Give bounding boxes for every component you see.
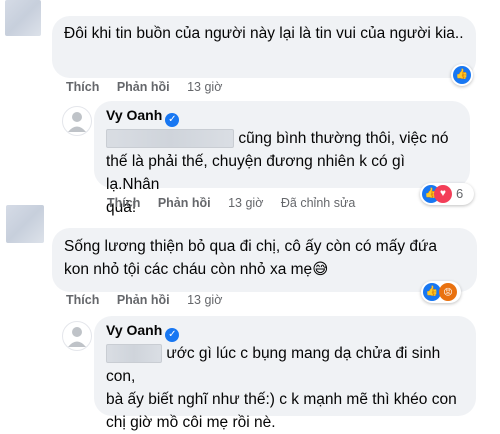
comment-actions: Thích Phản hồi 13 giờ Đã chỉnh sửa [107, 196, 369, 210]
reply-button[interactable]: Phản hồi [117, 293, 170, 307]
avatar-icon [68, 327, 86, 347]
reply-button[interactable]: Phản hồi [117, 80, 170, 94]
comment-bubble: Sống lương thiện bỏ qua đi chị, cô ấy cò… [52, 228, 477, 292]
comment-actions: Thích Phản hồi 13 giờ [66, 80, 236, 94]
reaction-badge[interactable]: 👍 ♥ 6 [420, 183, 474, 205]
angry-icon: 😡 [439, 283, 457, 301]
comment-text: Đôi khi tin buồn của người này lại là ti… [64, 25, 464, 42]
comment-text-line: thế là phải thế, chuyện đương nhiên k có… [106, 153, 405, 193]
comment-text-line: Sống lương thiện bỏ qua đi chị, cô ấy cò… [64, 238, 437, 255]
comment-text: kon nhỏ tội các cháu còn nhỏ xa mẹ😅 [64, 261, 329, 278]
like-button[interactable]: Thích [66, 293, 99, 307]
edited-label[interactable]: Đã chỉnh sửa [281, 196, 355, 210]
comment-text: cũng bình thường thôi, việc nó [106, 127, 458, 150]
reaction-count: 6 [456, 186, 464, 201]
author-name-text[interactable]: Vy Oanh [106, 322, 162, 338]
comment-text-line: chị giờ mồ côi mẹ rồi nè. [106, 414, 276, 431]
like-button[interactable]: Thích [107, 196, 140, 210]
comment-actions: Thích Phản hồi 13 giờ [66, 293, 236, 307]
like-button[interactable]: Thích [66, 80, 99, 94]
reply-bubble: Vy Oanh ✓ cũng bình thường thôi, việc nó … [94, 101, 470, 216]
comment-text-line: bà ấy biết nghĩ như thế:) c k mạnh mẽ th… [106, 391, 457, 408]
reply-button[interactable]: Phản hồi [158, 196, 211, 210]
redacted-mention [106, 344, 162, 364]
avatar-icon [68, 112, 86, 132]
love-icon: ♥ [434, 185, 452, 203]
reaction-badge[interactable]: 👍 😡 [421, 281, 461, 303]
avatar[interactable] [62, 106, 92, 136]
timestamp[interactable]: 13 giờ [228, 196, 263, 210]
comment-text: ước gì lúc c bụng mang dạ chửa đi sinh c… [106, 344, 441, 385]
author-name-text[interactable]: Vy Oanh [106, 107, 162, 123]
timestamp[interactable]: 13 giờ [187, 293, 222, 307]
author-name[interactable]: Vy Oanh ✓ [106, 322, 464, 342]
timestamp[interactable]: 13 giờ [187, 80, 222, 94]
like-icon: 👍 [453, 66, 471, 84]
verified-icon: ✓ [165, 328, 180, 342]
comment-bubble: Đôi khi tin buồn của người này lại là ti… [52, 16, 476, 78]
avatar[interactable] [62, 321, 92, 351]
reply-bubble: Vy Oanh ✓ ước gì lúc c bụng mang dạ chửa … [94, 316, 476, 431]
redacted-mention [106, 129, 234, 149]
verified-icon: ✓ [165, 113, 180, 127]
author-name[interactable]: Vy Oanh ✓ [106, 107, 458, 127]
sweat-smile-emoji: 😅 [312, 261, 329, 278]
blurred-avatar [5, 0, 41, 36]
reaction-badge[interactable]: 👍 [451, 64, 473, 86]
blurred-avatar [6, 205, 44, 243]
